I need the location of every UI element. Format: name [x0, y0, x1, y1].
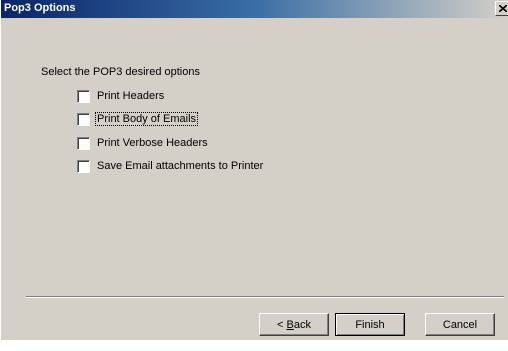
print-headers-checkbox[interactable]	[77, 89, 90, 103]
cancel-button-label: Cancel	[442, 318, 478, 331]
finish-button-label: Finish	[355, 318, 385, 331]
close-icon	[499, 5, 507, 12]
print-verbose-headers-label: Print Verbose Headers	[97, 137, 208, 149]
footer-separator	[26, 296, 504, 298]
pop3-options-dialog: Pop3 Options Select the POP3 desired opt…	[0, 0, 508, 340]
cancel-button[interactable]: Cancel	[425, 313, 495, 336]
print-verbose-headers-checkbox[interactable]	[77, 136, 90, 150]
print-body-label: Print Body of Emails	[95, 112, 199, 126]
back-button-rest: ack	[293, 318, 311, 331]
save-attachments-checkbox[interactable]	[77, 159, 90, 173]
title-bar[interactable]: Pop3 Options	[1, 0, 508, 18]
print-body-checkbox[interactable]	[77, 112, 90, 126]
option-print-body[interactable]: Print Body of Emails	[77, 112, 199, 126]
option-print-headers[interactable]: Print Headers	[77, 89, 166, 103]
print-headers-label: Print Headers	[97, 90, 165, 102]
back-button-prefix: <	[277, 318, 287, 331]
close-button[interactable]	[495, 1, 508, 16]
window-title: Pop3 Options	[4, 2, 76, 14]
options-prompt: Select the POP3 desired options	[41, 66, 200, 78]
back-button[interactable]: < Back	[259, 313, 329, 336]
option-print-verbose-headers[interactable]: Print Verbose Headers	[77, 136, 210, 150]
save-attachments-label: Save Email attachments to Printer	[97, 160, 264, 172]
finish-button[interactable]: Finish	[335, 313, 405, 336]
option-save-attachments[interactable]: Save Email attachments to Printer	[77, 159, 265, 173]
back-button-accelerator: B	[286, 318, 294, 331]
